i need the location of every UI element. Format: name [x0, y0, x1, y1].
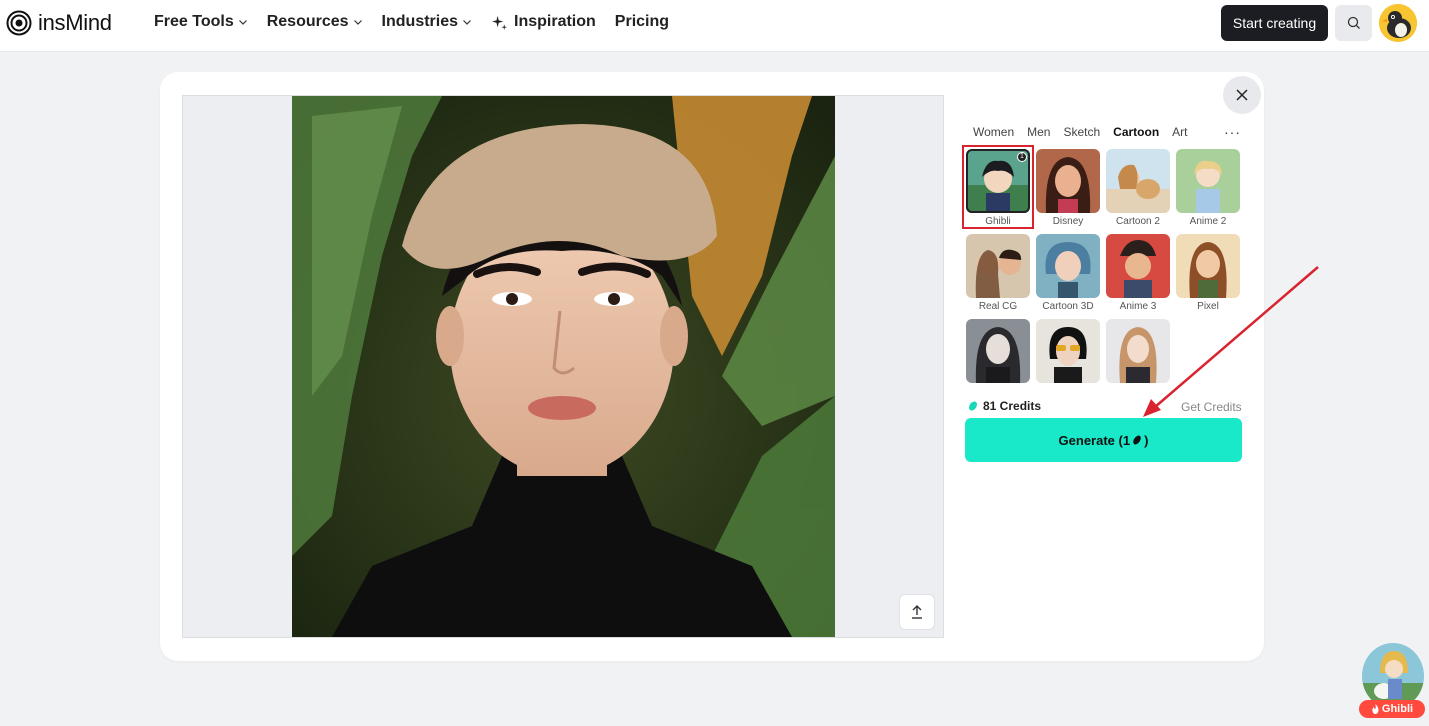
more-categories-button[interactable]: ···: [1224, 124, 1241, 140]
credits-balance: 81 Credits: [967, 399, 1041, 413]
pixel-thumbnail: [1176, 234, 1240, 298]
nav-label: Free Tools: [154, 13, 234, 30]
anime-2-thumbnail: [1176, 149, 1240, 213]
brand-name: insMind: [38, 10, 112, 35]
ghibli-badge: Ghibli: [1359, 700, 1425, 718]
tab-art[interactable]: Art: [1172, 125, 1187, 139]
nav-label: Inspiration: [514, 13, 596, 30]
close-icon: [1236, 89, 1248, 101]
gothic-thumbnail: [966, 319, 1030, 383]
chevron-down-icon: [463, 20, 471, 25]
search-button[interactable]: [1335, 5, 1372, 41]
style-tile-real-cg[interactable]: Real CG: [966, 234, 1030, 312]
insmind-logo-icon: [6, 10, 32, 36]
top-navigation-bar: insMind Free Tools Resources Industries …: [0, 0, 1429, 52]
nav-item-industries[interactable]: Industries: [382, 12, 472, 32]
get-credits-link[interactable]: Get Credits: [1181, 400, 1242, 414]
style-label: Anime 2: [1189, 216, 1227, 227]
nav-item-resources[interactable]: Resources: [267, 12, 363, 32]
tab-women[interactable]: Women: [973, 125, 1014, 139]
uploaded-portrait-image: [292, 96, 835, 637]
chevron-down-icon: [353, 20, 362, 25]
style-tile-pixel[interactable]: Pixel: [1176, 234, 1240, 312]
ghibli-floating-widget[interactable]: Ghibli: [1359, 643, 1425, 721]
credit-coin-icon: [969, 401, 977, 411]
anime-3-thumbnail: [1106, 234, 1170, 298]
generate-label-suffix: ): [1144, 432, 1149, 448]
portrait-thumbnail: [1106, 319, 1170, 383]
nav-item-free-tools[interactable]: Free Tools: [154, 12, 248, 32]
portrait-photo: [292, 96, 835, 637]
style-label: Anime 3: [1119, 301, 1157, 312]
credits-count: 81 Credits: [983, 399, 1042, 413]
tab-men[interactable]: Men: [1027, 125, 1050, 139]
style-category-tabs: Women Men Sketch Cartoon Art: [973, 125, 1201, 139]
style-label: Cartoon 2: [1116, 216, 1160, 227]
upload-icon: [912, 605, 922, 619]
style-tile-cartoon-2[interactable]: Cartoon 2: [1106, 149, 1170, 227]
sunglasses-thumbnail: [1036, 319, 1100, 383]
style-tile-anime-3[interactable]: Anime 3: [1106, 234, 1170, 312]
style-label: Disney: [1052, 216, 1084, 227]
user-avatar[interactable]: [1379, 4, 1417, 42]
fire-icon: [1372, 704, 1379, 714]
style-tile-preset-11[interactable]: [1106, 319, 1170, 385]
search-icon: [1347, 16, 1360, 29]
real-cg-thumbnail: [966, 234, 1030, 298]
chevron-down-icon: [238, 20, 247, 25]
upload-image-button[interactable]: [899, 594, 935, 630]
nav-item-pricing[interactable]: Pricing: [615, 12, 669, 32]
style-label: Pixel: [1197, 301, 1219, 312]
bird-avatar-icon: [1379, 4, 1417, 42]
generate-label: Generate (1: [1058, 432, 1131, 448]
style-tile-cartoon-3d[interactable]: Cartoon 3D: [1036, 234, 1100, 312]
generate-button[interactable]: Generate (1 ): [965, 418, 1242, 462]
style-tile-disney[interactable]: Disney: [1036, 149, 1100, 227]
brand-logo[interactable]: insMind: [6, 9, 112, 37]
disney-thumbnail: [1036, 149, 1100, 213]
nav-label: Resources: [266, 13, 349, 30]
style-label: Real CG: [978, 301, 1018, 312]
nav-label: Industries: [381, 13, 459, 30]
start-creating-button[interactable]: Start creating: [1221, 5, 1328, 41]
nav-label: Pricing: [614, 13, 670, 30]
credit-coin-icon: [1133, 435, 1141, 445]
close-modal-button[interactable]: [1223, 76, 1261, 114]
tab-cartoon[interactable]: Cartoon: [1113, 125, 1159, 139]
style-tile-anime-2[interactable]: Anime 2: [1176, 149, 1240, 227]
tab-sketch[interactable]: Sketch: [1063, 125, 1100, 139]
style-tile-preset-10[interactable]: [1036, 319, 1100, 385]
annotation-highlight-box: [962, 145, 1034, 229]
ghibli-badge-label: Ghibli: [1381, 703, 1414, 715]
cartoon-2-thumbnail: [1106, 149, 1170, 213]
cartoon-3d-thumbnail: [1036, 234, 1100, 298]
main-nav: Free Tools Resources Industries Inspirat…: [154, 12, 688, 32]
nav-item-inspiration[interactable]: Inspiration: [491, 12, 596, 32]
style-label: Cartoon 3D: [1042, 301, 1094, 312]
image-preview-area: [182, 95, 944, 638]
ai-cartoon-editor-modal: Women Men Sketch Cartoon Art ··· 1 Ghibl…: [160, 72, 1264, 661]
sparkle-icon: [491, 15, 508, 30]
style-tile-preset-9[interactable]: [966, 319, 1030, 385]
